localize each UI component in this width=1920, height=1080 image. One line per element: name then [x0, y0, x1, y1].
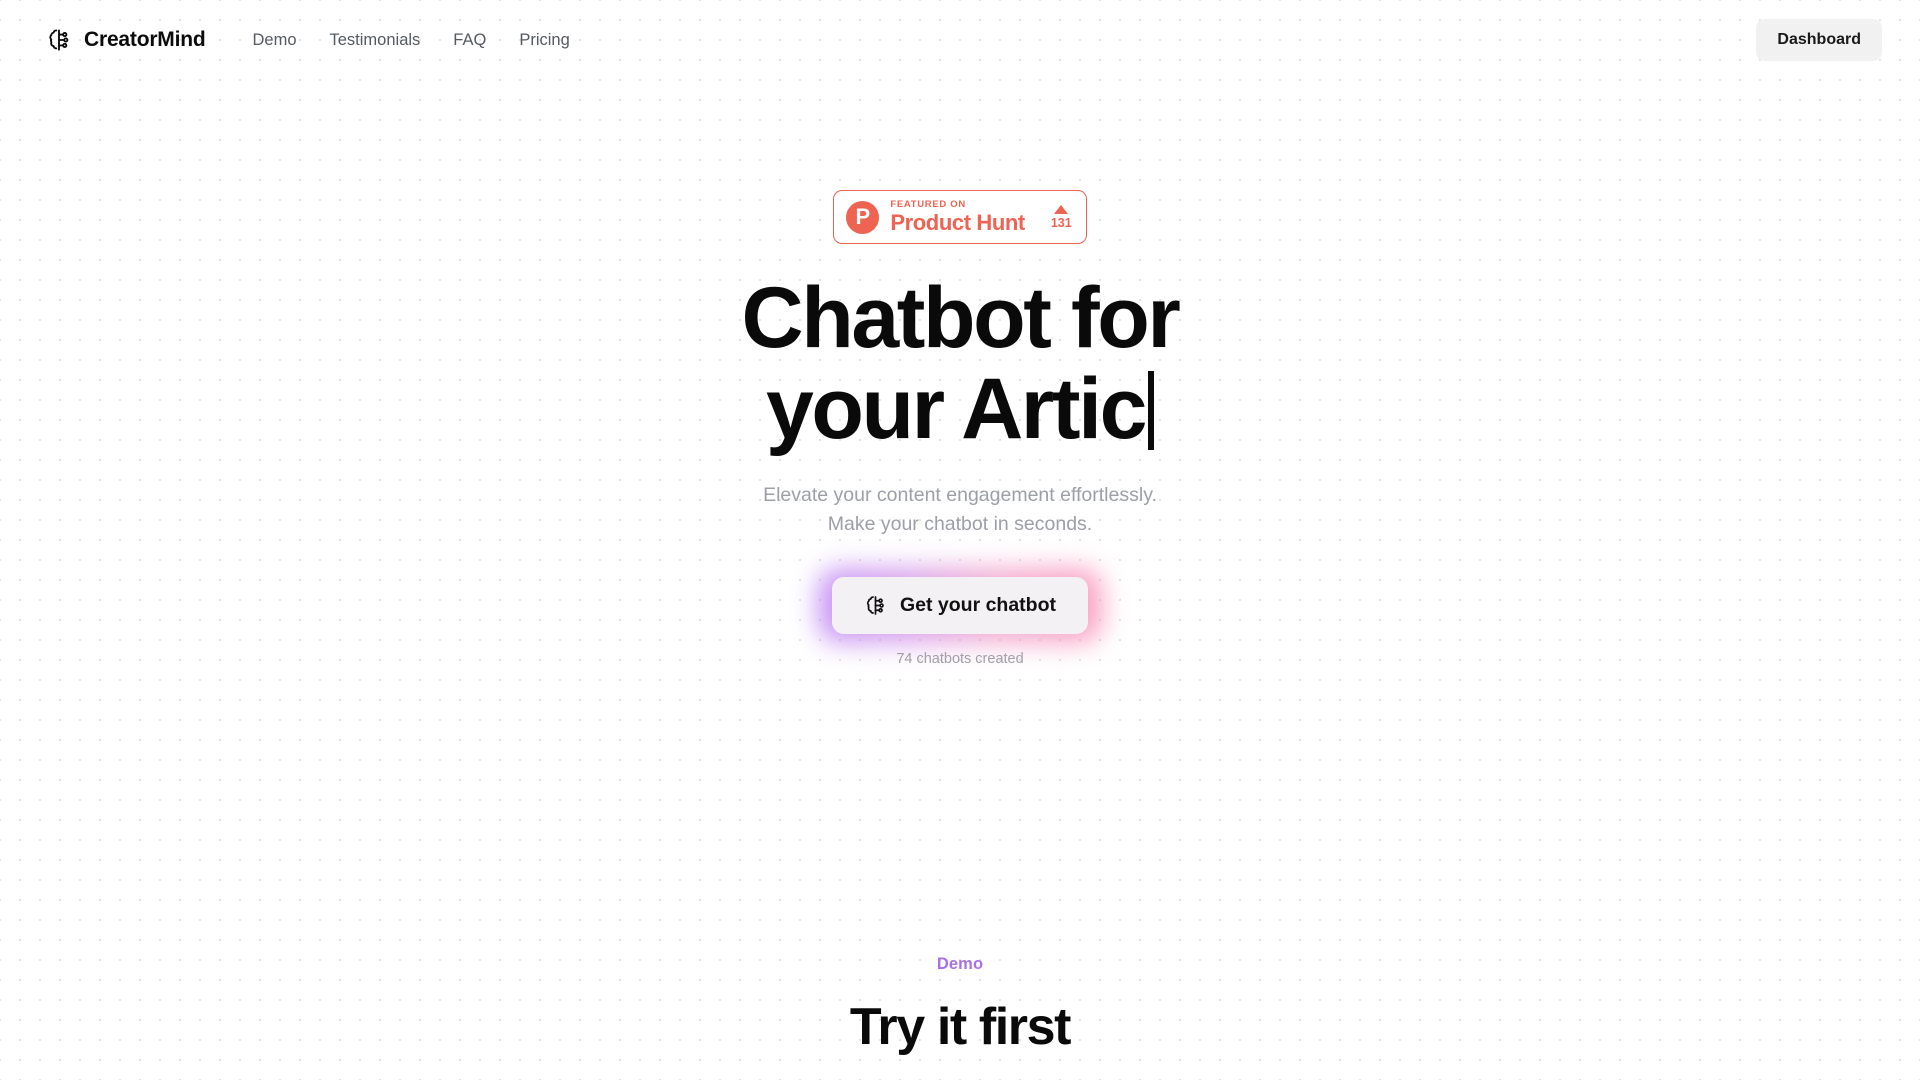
get-your-chatbot-button[interactable]: Get your chatbot: [831, 576, 1088, 634]
product-hunt-name: Product Hunt: [890, 209, 1025, 235]
page-title: Chatbot for your Artic: [650, 272, 1270, 458]
hero-subtitle-line-1: Elevate your content engagement effortle…: [763, 484, 1157, 507]
brain-circuit-icon: [46, 27, 72, 53]
product-hunt-featured-label: FEATURED ON: [890, 199, 966, 211]
nav-link-testimonials[interactable]: Testimonials: [330, 31, 421, 50]
brain-circuit-icon: [864, 594, 887, 617]
nav-link-demo[interactable]: Demo: [252, 31, 296, 50]
brand-logo-link[interactable]: CreatorMind: [46, 27, 206, 53]
upvote-count: 131: [1050, 215, 1072, 230]
headline-typed-text: Artic: [961, 361, 1147, 458]
typing-caret: [1148, 371, 1154, 451]
nav-link-pricing[interactable]: Pricing: [519, 31, 569, 50]
product-hunt-upvotes: 131: [1050, 204, 1072, 230]
dashboard-button[interactable]: Dashboard: [1756, 19, 1882, 61]
product-hunt-logo-icon: P: [846, 200, 880, 234]
hero-subtitle-line-2: Make your chatbot in seconds.: [827, 512, 1093, 535]
chatbots-created-count: 74 chatbots created: [896, 650, 1024, 667]
nav-link-faq[interactable]: FAQ: [453, 31, 486, 50]
cta-label: Get your chatbot: [899, 593, 1056, 616]
hero-subtitle: Elevate your content engagement effortle…: [763, 481, 1157, 538]
hero-section: P FEATURED ON Product Hunt 131 Chatbot f…: [0, 190, 1920, 667]
demo-section-title: Try it first: [849, 998, 1072, 1056]
product-hunt-badge[interactable]: P FEATURED ON Product Hunt 131: [833, 190, 1087, 244]
primary-nav: Demo Testimonials FAQ Pricing: [252, 31, 569, 50]
demo-eyebrow-label: Demo: [936, 955, 984, 973]
top-navbar: CreatorMind Demo Testimonials FAQ Pricin…: [0, 0, 1920, 80]
product-hunt-text: FEATURED ON Product Hunt: [890, 200, 1025, 234]
brand-name: CreatorMind: [84, 28, 206, 51]
demo-section: Demo Try it first: [0, 955, 1920, 1053]
upvote-triangle-icon: [1054, 204, 1069, 214]
cta-container: Get your chatbot: [817, 567, 1102, 643]
